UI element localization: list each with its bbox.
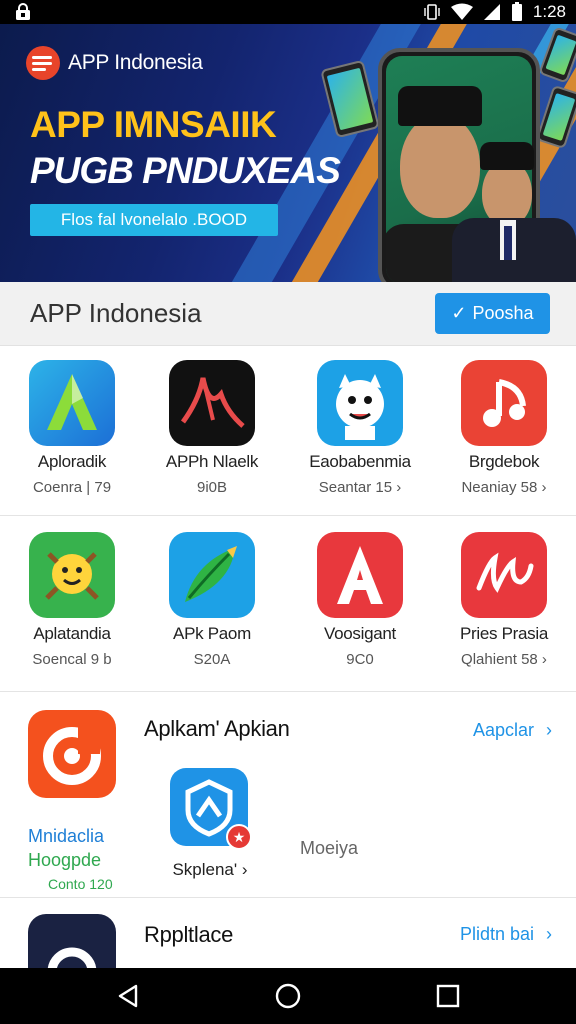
app-name: Aplatandia bbox=[33, 624, 111, 643]
navigation-bar bbox=[0, 968, 576, 1024]
list-section-title: Rppltlace bbox=[144, 922, 234, 947]
mascot-app-icon bbox=[317, 360, 403, 446]
app-name: APk Paom bbox=[173, 624, 251, 643]
back-icon[interactable] bbox=[114, 982, 142, 1010]
app-name: APPh Nlaelk bbox=[165, 452, 259, 471]
featured-list-section: Aplkam' Apkian Aapclar › Mnidaclia Hoogpd… bbox=[0, 692, 576, 898]
app-name: Brgdebok bbox=[468, 452, 540, 471]
promo-banner[interactable]: APP Indonesia APP IMNSAIIK PUGB PNDUXEAS… bbox=[0, 24, 576, 282]
app-tile[interactable]: Pries Prasia Qlahient 58 › bbox=[432, 518, 576, 688]
app-tile[interactable]: Eaobabenmia Seantar 15 › bbox=[288, 346, 432, 516]
notification-icon bbox=[16, 3, 30, 20]
app-meta: Seantar 15 › bbox=[318, 479, 402, 496]
recents-icon[interactable] bbox=[434, 982, 462, 1010]
check-icon: ✓ bbox=[451, 303, 467, 323]
brand-name: APP Indonesia bbox=[68, 51, 203, 74]
section-action-label: Poosha bbox=[472, 303, 534, 323]
triangle-app-icon bbox=[29, 360, 115, 446]
music-note-icon bbox=[461, 360, 547, 446]
home-icon[interactable] bbox=[274, 982, 302, 1010]
person-cap bbox=[398, 86, 482, 126]
see-all-link[interactable]: Aapclar › bbox=[473, 720, 552, 741]
app-meta: Neaniay 58 › bbox=[461, 479, 547, 496]
app-meta: 9C0 bbox=[346, 651, 374, 668]
side-info: Mnidaclia Hoogpde Conto 120 bbox=[28, 824, 113, 896]
app-meta: S20A bbox=[193, 651, 231, 668]
app-tile[interactable]: APPh Nlaelk 9i0B bbox=[140, 346, 284, 516]
app-tile[interactable]: Brgdebok Neaniay 58 › bbox=[432, 346, 576, 516]
clock: 1:28 bbox=[532, 2, 566, 21]
script-logo-icon bbox=[461, 532, 547, 618]
sub-app-tile[interactable]: ★ Skplena' › bbox=[160, 766, 260, 886]
app-meta: Qlahient 58 › bbox=[461, 651, 547, 668]
app-tile[interactable]: Aploradik Coenra | 79 bbox=[0, 346, 144, 516]
app-tile[interactable]: Aplatandia Soencal 9 b bbox=[0, 518, 144, 688]
banner-headline: APP IMNSAIIK bbox=[30, 104, 277, 145]
ring-app-icon[interactable] bbox=[28, 914, 116, 968]
chevron-right-icon: › bbox=[546, 924, 552, 944]
sub-app-name: Skplena' › bbox=[172, 860, 248, 879]
app-tile[interactable]: Voosigant 9C0 bbox=[288, 518, 432, 688]
status-bar: 1:28 bbox=[0, 0, 576, 24]
app-meta: Coenra | 79 bbox=[32, 479, 112, 496]
side-line-1: Mnidaclia bbox=[28, 826, 105, 846]
target-app-icon[interactable] bbox=[28, 710, 116, 798]
brand-logo-icon bbox=[26, 46, 60, 80]
wifi-icon bbox=[450, 3, 473, 20]
app-name: Aploradik bbox=[37, 452, 107, 471]
battery-icon bbox=[511, 2, 522, 21]
list-section-title: Aplkam' Apkian bbox=[144, 716, 290, 741]
section-title: APP Indonesia bbox=[30, 298, 202, 328]
section-header: APP Indonesia ✓ Poosha bbox=[0, 282, 576, 346]
app-name: Pries Prasia bbox=[459, 624, 549, 643]
side-line-2: Hoogpde bbox=[28, 850, 102, 870]
sun-mascot-icon bbox=[29, 532, 115, 618]
banner-cta-button[interactable]: Flos fal lvonelalo .BOOD bbox=[30, 204, 278, 236]
letter-a-icon bbox=[317, 532, 403, 618]
chevron-right-icon: › bbox=[546, 720, 552, 740]
banner-subheadline: PUGB PNDUXEAS bbox=[30, 150, 341, 191]
app-tile[interactable]: APk Paom S20A bbox=[140, 518, 284, 688]
person-secondary bbox=[452, 136, 576, 282]
app-name: Voosigant bbox=[324, 624, 396, 643]
section-action-button[interactable]: ✓ Poosha bbox=[435, 293, 550, 334]
side-line-3: Conto 120 bbox=[48, 876, 113, 892]
leaf-app-icon bbox=[169, 532, 255, 618]
app-meta: Soencal 9 b bbox=[32, 651, 112, 668]
sub-text: Moeiya bbox=[300, 838, 359, 858]
second-list-section: Rppltlace Plidtn bai › bbox=[0, 898, 576, 968]
signal-icon bbox=[483, 4, 500, 20]
badge-icon: ★ bbox=[226, 824, 252, 850]
app-grid-row: Aplatandia Soencal 9 b APk Paom S20A Voo… bbox=[0, 518, 576, 692]
app-meta: 9i0B bbox=[196, 479, 228, 496]
app-grid-row: Aploradik Coenra | 79 APPh Nlaelk 9i0B E… bbox=[0, 346, 576, 516]
vibrate-icon bbox=[424, 4, 440, 20]
app-name: Eaobabenmia bbox=[309, 452, 411, 471]
banner-brand: APP Indonesia bbox=[26, 46, 203, 80]
see-all-link[interactable]: Plidtn bai › bbox=[460, 924, 552, 945]
stroke-app-icon bbox=[169, 360, 255, 446]
